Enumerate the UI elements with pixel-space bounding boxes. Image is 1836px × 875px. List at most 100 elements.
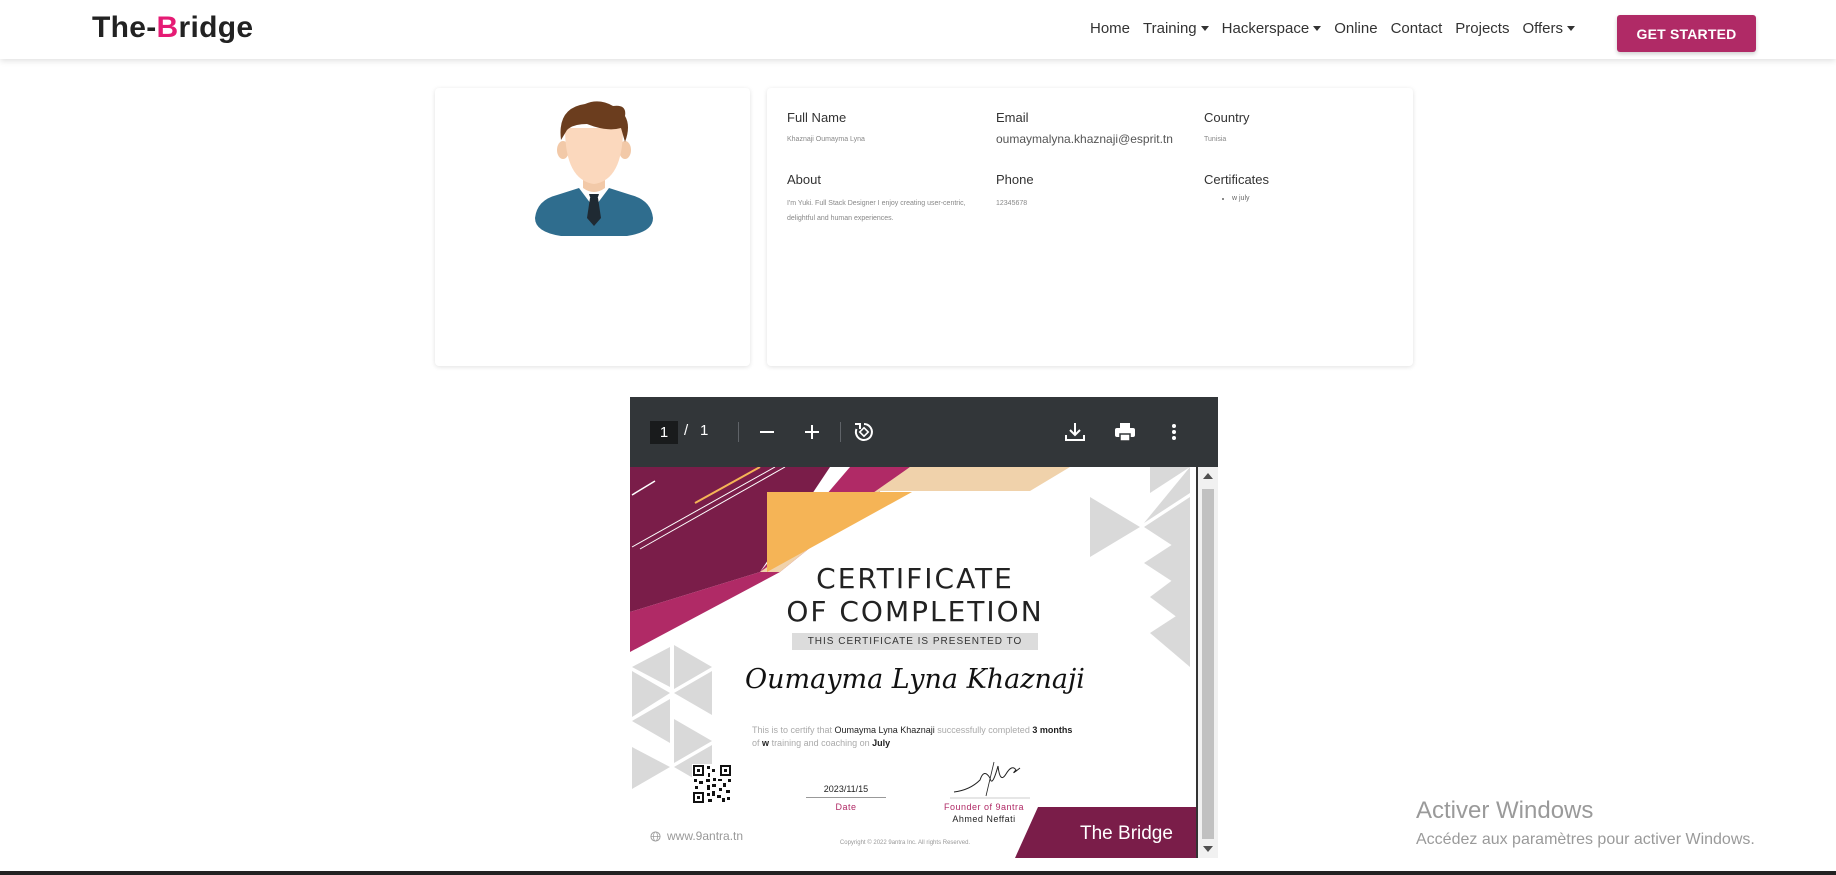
brand-accent-letter: B bbox=[156, 11, 179, 44]
toolbar-divider bbox=[738, 422, 739, 442]
phone-label: Phone bbox=[996, 172, 1034, 187]
brand-suffix: ridge bbox=[178, 11, 254, 44]
certificate-date: 2023/11/15 bbox=[823, 784, 869, 794]
email-field: Email oumaymalyna.khaznaji@esprit.tn bbox=[996, 110, 1191, 146]
certificate-website: www.9antra.tn bbox=[650, 829, 743, 843]
scroll-up-icon[interactable] bbox=[1203, 473, 1213, 479]
download-icon bbox=[1065, 423, 1085, 441]
founder-label: Founder of 9antra bbox=[943, 802, 1025, 812]
about-field: About I'm Yuki. Full Stack Designer I en… bbox=[787, 172, 972, 226]
nav-item-online[interactable]: Online bbox=[1334, 20, 1377, 37]
avatar bbox=[535, 101, 653, 236]
nav-item-label: Contact bbox=[1390, 20, 1443, 37]
download-button[interactable] bbox=[1062, 419, 1088, 445]
certificates-list: w july bbox=[1204, 195, 1394, 202]
zoom-out-button[interactable] bbox=[754, 419, 780, 445]
print-button[interactable] bbox=[1112, 419, 1138, 445]
globe-icon bbox=[650, 830, 661, 842]
caret-down-icon bbox=[1200, 26, 1209, 31]
about-value: I'm Yuki. Full Stack Designer I enjoy cr… bbox=[787, 200, 966, 222]
pdf-scrollbar[interactable] bbox=[1198, 467, 1218, 858]
scroll-down-icon[interactable] bbox=[1203, 846, 1213, 852]
more-options-button[interactable] bbox=[1161, 419, 1187, 445]
main-nav: Home Training Hackerspace Online Contact… bbox=[1090, 20, 1576, 37]
country-field: Country Tunisia bbox=[1204, 110, 1394, 147]
email-value: oumaymalyna.khaznaji@esprit.tn bbox=[996, 132, 1173, 146]
brand-logo[interactable]: The-Bridge bbox=[92, 11, 253, 45]
country-value: Tunisia bbox=[1204, 136, 1227, 143]
nav-item-hackerspace[interactable]: Hackerspace bbox=[1222, 20, 1322, 37]
certificate-body-name: Oumayma Lyna Khaznaji bbox=[834, 725, 935, 735]
certificate-title: CERTIFICATE OF COMPLETION bbox=[740, 562, 1090, 628]
minus-icon bbox=[760, 431, 774, 433]
nav-item-projects[interactable]: Projects bbox=[1455, 20, 1509, 37]
scroll-thumb[interactable] bbox=[1202, 489, 1214, 839]
founder-name: Ahmed Neffati bbox=[952, 814, 1016, 824]
nav-item-label: Hackerspace bbox=[1221, 20, 1310, 37]
certificate-body-text: training and coaching on bbox=[771, 738, 870, 748]
certificate-duration: 3 months bbox=[1032, 725, 1073, 735]
qr-code-icon bbox=[692, 764, 732, 804]
certificate-body: This is to certify that Oumayma Lyna Kha… bbox=[752, 724, 1152, 750]
pdf-viewer: 1 / 1 CERTIFICATE OF COMPLETION THIS CER… bbox=[630, 397, 1218, 858]
full-name-label: Full Name bbox=[787, 110, 847, 125]
about-label: About bbox=[787, 172, 821, 187]
nav-item-label: Home bbox=[1090, 20, 1131, 37]
page-total: 1 bbox=[700, 422, 709, 439]
certificate-copyright: Copyright © 2022 9antra Inc. All rights … bbox=[839, 840, 971, 846]
pdf-toolbar: 1 / 1 bbox=[630, 397, 1218, 467]
print-icon bbox=[1115, 423, 1135, 442]
activate-windows-title: Activer Windows bbox=[1416, 797, 1594, 824]
certificate-course: w bbox=[762, 738, 770, 748]
pdf-page: CERTIFICATE OF COMPLETION THIS CERTIFICA… bbox=[630, 467, 1198, 858]
nav-item-offers[interactable]: Offers bbox=[1522, 20, 1576, 37]
zoom-in-button[interactable] bbox=[799, 419, 825, 445]
email-label: Email bbox=[996, 110, 1029, 125]
rotate-icon bbox=[854, 423, 873, 441]
rotate-button[interactable] bbox=[851, 419, 877, 445]
get-started-button[interactable]: GET STARTED bbox=[1617, 15, 1756, 52]
taskbar-edge bbox=[0, 871, 1836, 875]
certificate-date-label: Date bbox=[835, 802, 857, 812]
signature-icon bbox=[950, 761, 1030, 799]
phone-value: 12345678 bbox=[996, 200, 1028, 207]
phone-field: Phone 12345678 bbox=[996, 172, 1186, 211]
nav-item-label: Projects bbox=[1455, 20, 1510, 37]
date-line bbox=[806, 797, 886, 798]
certificate-body-text: This is to certify that bbox=[752, 725, 833, 735]
country-label: Country bbox=[1204, 110, 1250, 125]
caret-down-icon bbox=[1567, 26, 1576, 31]
full-name-value: Khaznaji Oumayma Lyna bbox=[787, 136, 865, 143]
plus-icon bbox=[805, 425, 819, 439]
page-separator: / bbox=[684, 422, 689, 439]
nav-item-training[interactable]: Training bbox=[1143, 20, 1209, 37]
certificate-recipient: Oumayma Lyna Khaznaji bbox=[745, 664, 1085, 695]
certificate-title-line1: CERTIFICATE bbox=[816, 562, 1014, 595]
nav-item-label: Online bbox=[1334, 20, 1378, 37]
certificate-month: July bbox=[872, 738, 891, 748]
certificate-body-text: of bbox=[752, 738, 760, 748]
certificates-label: Certificates bbox=[1204, 172, 1270, 187]
certificate-title-line2: OF COMPLETION bbox=[786, 595, 1044, 628]
nav-item-label: Training bbox=[1143, 20, 1197, 37]
caret-down-icon bbox=[1313, 26, 1322, 31]
page-number-input[interactable]: 1 bbox=[650, 421, 678, 444]
certificate-brand: The Bridge bbox=[1080, 823, 1173, 844]
profile-info-card: Full Name Khaznaji Oumayma Lyna Email ou… bbox=[767, 88, 1413, 366]
navbar: The-Bridge Home Training Hackerspace Onl… bbox=[0, 0, 1836, 59]
activate-windows-subtitle: Accédez aux paramètres pour activer Wind… bbox=[1416, 831, 1755, 848]
more-vertical-icon bbox=[1172, 424, 1176, 440]
full-name-field: Full Name Khaznaji Oumayma Lyna bbox=[787, 110, 977, 147]
page: The-Bridge Home Training Hackerspace Onl… bbox=[0, 0, 1836, 875]
nav-item-label: Offers bbox=[1522, 20, 1564, 37]
certificate-presented-to: THIS CERTIFICATE IS PRESENTED TO bbox=[792, 633, 1038, 650]
toolbar-divider bbox=[840, 422, 841, 442]
nav-item-contact[interactable]: Contact bbox=[1391, 20, 1443, 37]
brand-prefix: The- bbox=[92, 11, 157, 44]
certificates-field: Certificates w july bbox=[1204, 172, 1394, 202]
avatar-card bbox=[435, 88, 750, 366]
nav-item-home[interactable]: Home bbox=[1090, 20, 1130, 37]
certificate-body-text: successfully completed bbox=[937, 725, 1030, 735]
certificate-list-item[interactable]: w july bbox=[1232, 195, 1394, 202]
website-text: www.9antra.tn bbox=[667, 829, 744, 843]
